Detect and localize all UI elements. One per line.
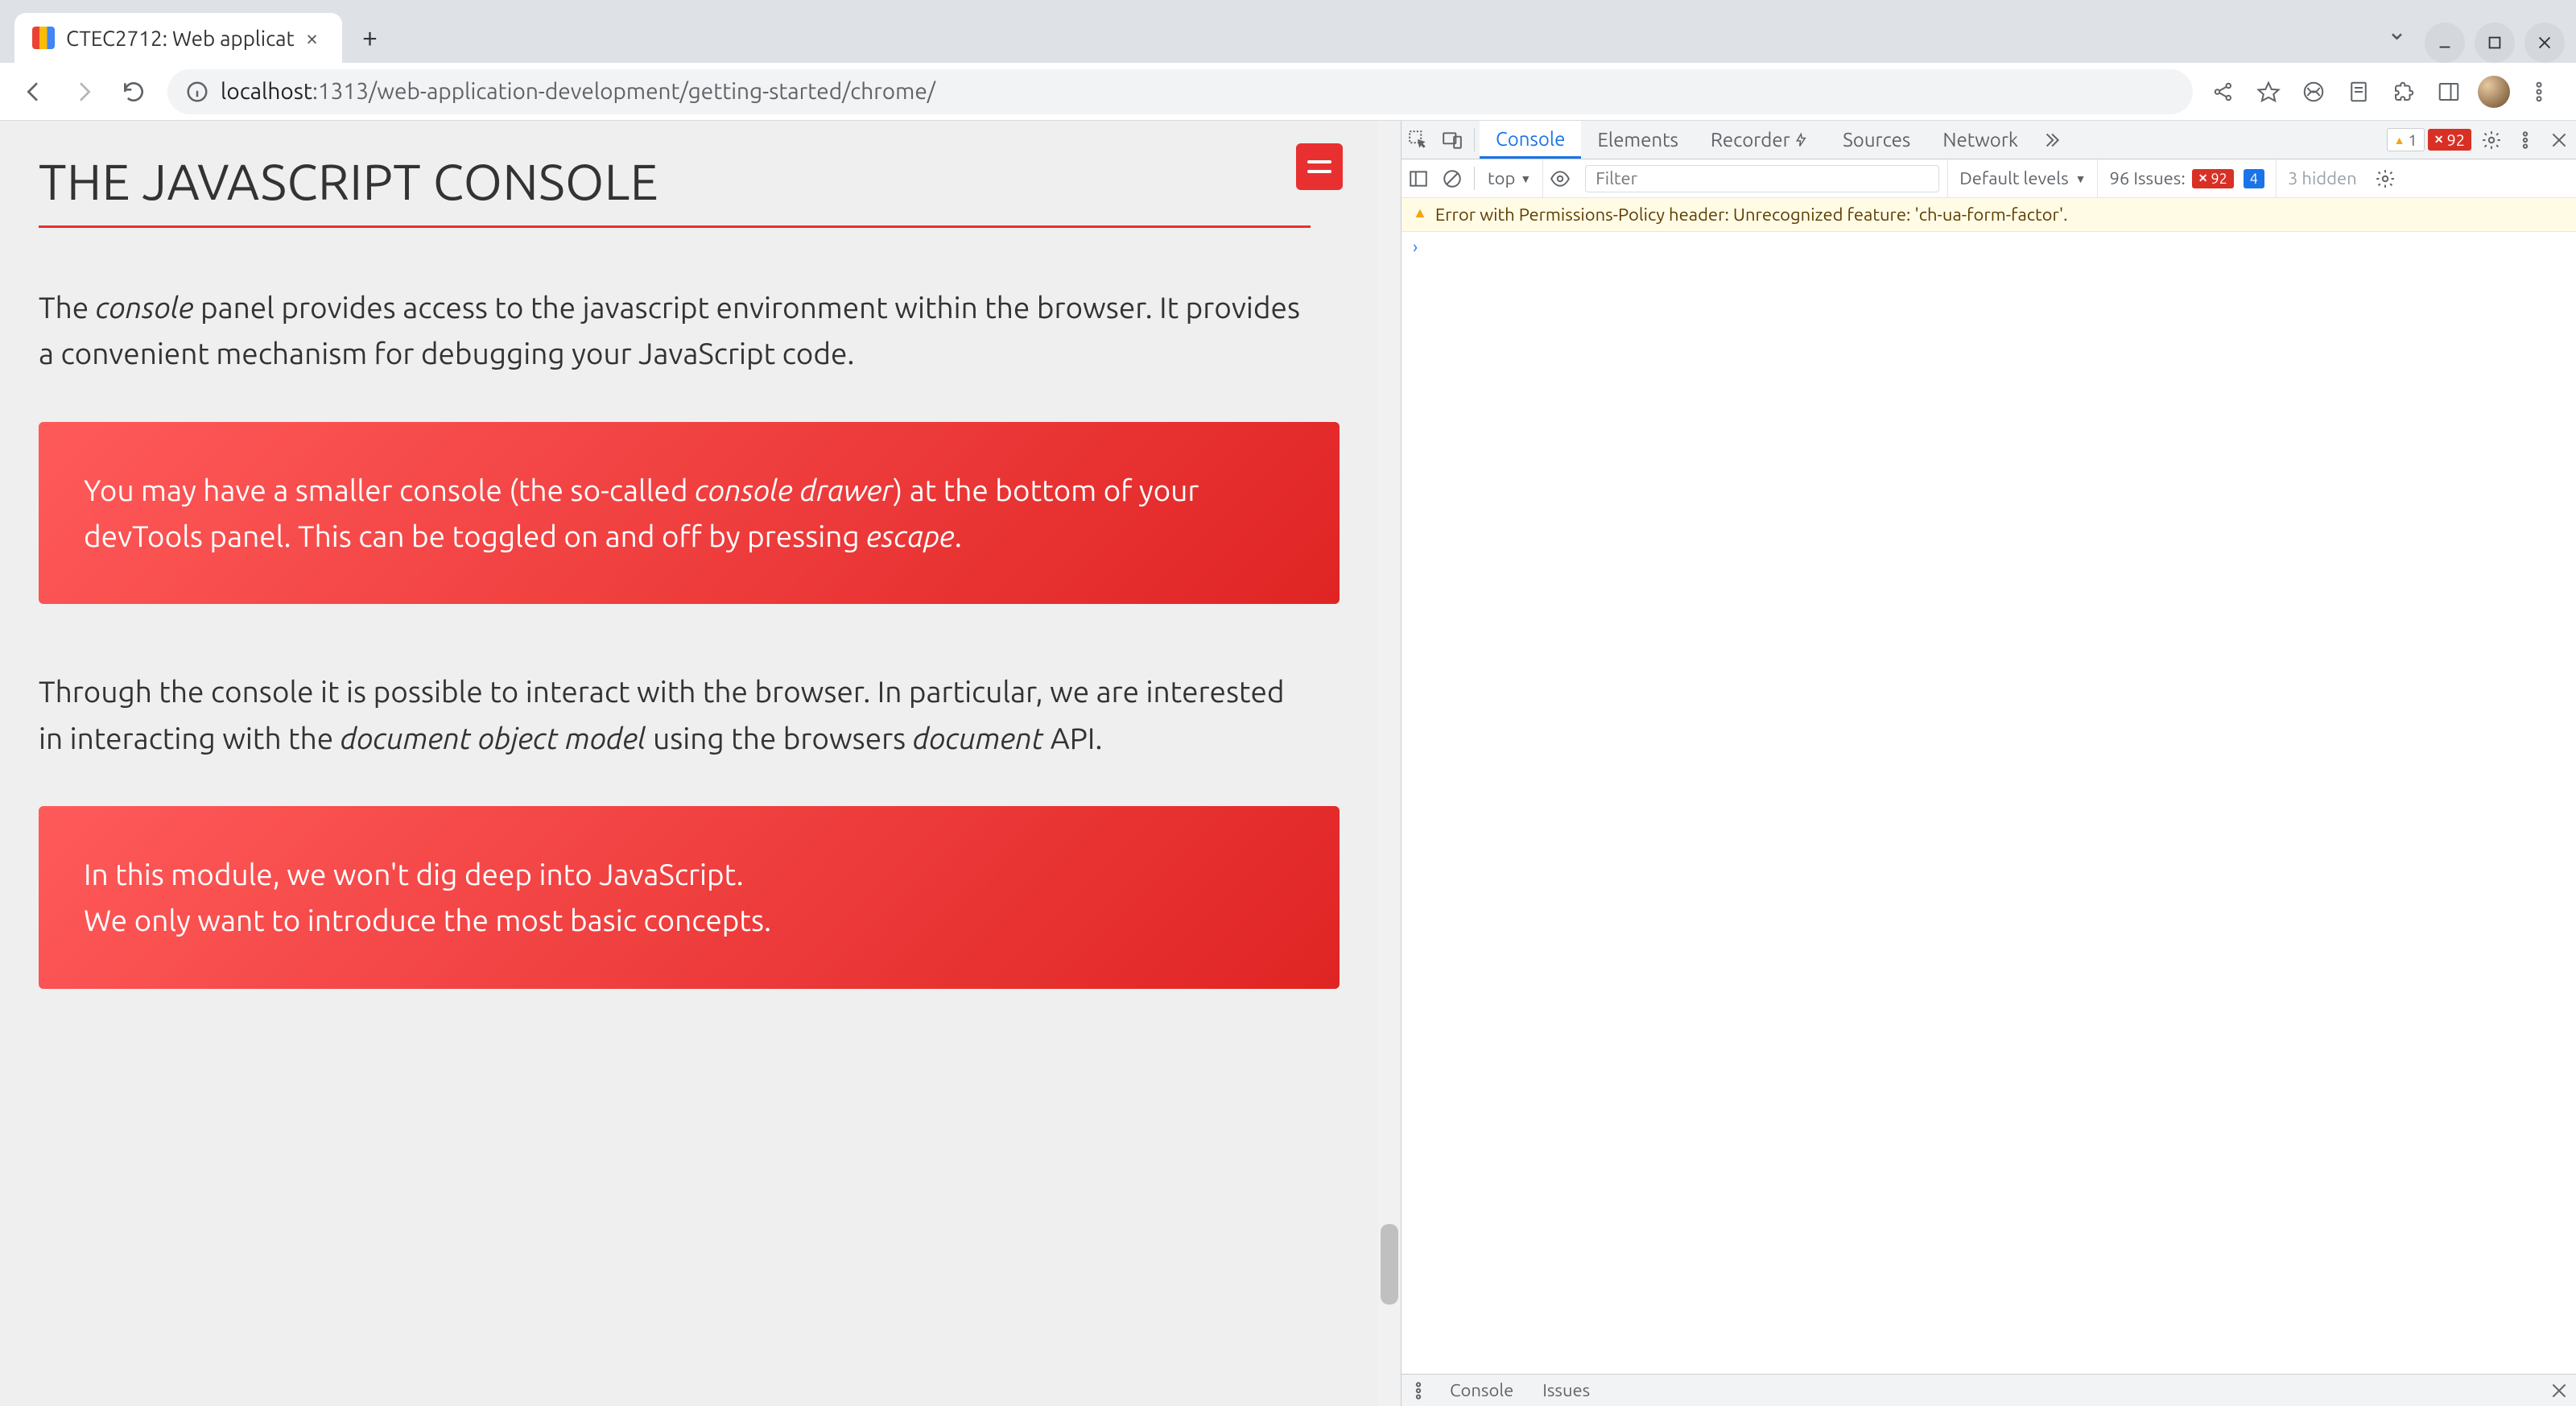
error-count-badge[interactable]: 92	[2428, 129, 2471, 151]
intro-paragraph: The console panel provides access to the…	[39, 284, 1311, 377]
close-window-button[interactable]	[2524, 23, 2565, 63]
inspect-element-icon[interactable]	[1402, 121, 1435, 159]
console-toolbar: top ▼ Default levels ▼ 96 Issues: 92 4 3…	[1402, 159, 2576, 198]
console-warning-message[interactable]: ▲ Error with Permissions-Policy header: …	[1402, 198, 2576, 232]
devtools-tab-network[interactable]: Network	[1926, 121, 2034, 159]
console-output[interactable]: ▲ Error with Permissions-Policy header: …	[1402, 198, 2576, 1374]
hamburger-menu-button[interactable]	[1296, 143, 1343, 190]
bookmark-star-icon[interactable]	[2249, 72, 2288, 111]
drawer-menu-icon[interactable]	[1402, 1375, 1435, 1406]
console-settings-icon[interactable]	[2368, 159, 2402, 197]
reload-button[interactable]	[111, 69, 156, 114]
devtools-tab-elements[interactable]: Elements	[1581, 121, 1695, 159]
devtools-drawer: Console Issues	[1402, 1374, 2576, 1406]
url-path: :1313/web-application-development/gettin…	[312, 79, 935, 104]
more-tabs-icon[interactable]	[2034, 121, 2068, 159]
callout-box-1: You may have a smaller console (the so-c…	[39, 422, 1340, 605]
share-icon[interactable]	[2204, 72, 2243, 111]
hidden-messages[interactable]: 3 hidden	[2276, 159, 2368, 197]
extension-icon-1[interactable]	[2294, 72, 2333, 111]
devtools-close-icon[interactable]	[2542, 121, 2576, 159]
minimize-window-button[interactable]	[2425, 23, 2465, 63]
url-host: localhost	[221, 79, 312, 104]
dom-paragraph: Through the console it is possible to in…	[39, 668, 1311, 761]
log-levels-selector[interactable]: Default levels ▼	[1947, 159, 2097, 197]
site-info-icon[interactable]	[185, 80, 209, 104]
side-panel-icon[interactable]	[2429, 72, 2468, 111]
forward-button[interactable]	[61, 69, 106, 114]
tabs-dropdown-icon[interactable]: ⌄	[2387, 17, 2407, 46]
favicon-icon	[32, 27, 55, 49]
maximize-window-button[interactable]	[2475, 23, 2515, 63]
devtools-tab-recorder[interactable]: Recorder	[1695, 121, 1827, 159]
tab-title: CTEC2712: Web applicat	[66, 27, 295, 50]
devtools-menu-icon[interactable]	[2508, 121, 2542, 159]
drawer-tab-console[interactable]: Console	[1435, 1380, 1528, 1400]
profile-avatar[interactable]	[2475, 72, 2513, 111]
live-expression-icon[interactable]	[1543, 159, 1577, 197]
new-tab-button[interactable]: +	[352, 19, 387, 55]
browser-toolbar: localhost:1313/web-application-developme…	[0, 63, 2576, 121]
address-bar[interactable]: localhost:1313/web-application-developme…	[167, 69, 2193, 114]
browser-tabstrip: CTEC2712: Web applicat × + ⌄	[0, 0, 2576, 63]
console-filter-input[interactable]	[1585, 165, 1939, 192]
browser-tab-active[interactable]: CTEC2712: Web applicat ×	[14, 13, 342, 63]
clear-console-icon[interactable]	[1435, 159, 1469, 197]
back-button[interactable]	[11, 69, 56, 114]
device-toolbar-icon[interactable]	[1435, 121, 1469, 159]
devtools-tab-console[interactable]: Console	[1480, 121, 1581, 159]
page-heading: THE JAVASCRIPT CONSOLE	[39, 153, 1311, 228]
drawer-close-icon[interactable]	[2542, 1375, 2576, 1406]
execution-context-selector[interactable]: top ▼	[1480, 159, 1543, 197]
devtools-tab-sources[interactable]: Sources	[1827, 121, 1926, 159]
warning-triangle-icon: ▲	[1413, 205, 1427, 221]
drawer-tab-issues[interactable]: Issues	[1528, 1380, 1604, 1400]
browser-menu-icon[interactable]	[2520, 72, 2558, 111]
warning-count-badge[interactable]: 1	[2387, 128, 2425, 151]
page-scrollbar[interactable]	[1378, 121, 1401, 1406]
issues-summary[interactable]: 96 Issues: 92 4	[2097, 159, 2275, 197]
extension-icon-2[interactable]	[2339, 72, 2378, 111]
close-tab-icon[interactable]: ×	[306, 26, 319, 51]
page-content: THE JAVASCRIPT CONSOLE The console panel…	[0, 121, 1378, 1406]
console-prompt[interactable]: ›	[1402, 232, 2576, 262]
devtools-settings-icon[interactable]	[2475, 121, 2508, 159]
toggle-sidebar-icon[interactable]	[1402, 159, 1435, 197]
extensions-puzzle-icon[interactable]	[2384, 72, 2423, 111]
devtools-panel: Console Elements Recorder Sources Networ…	[1401, 121, 2576, 1406]
callout-box-2: In this module, we won't dig deep into J…	[39, 806, 1340, 989]
devtools-tabbar: Console Elements Recorder Sources Networ…	[1402, 121, 2576, 159]
